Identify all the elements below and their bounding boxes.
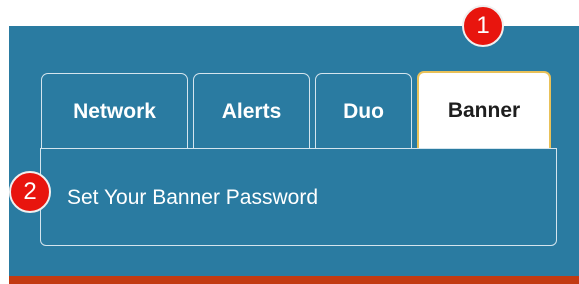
tab-banner[interactable]: Banner xyxy=(417,71,551,149)
set-banner-password-link[interactable]: Set Your Banner Password xyxy=(67,183,318,213)
footer-strip xyxy=(9,276,579,284)
tab-duo-label: Duo xyxy=(343,99,384,123)
tab-network[interactable]: Network xyxy=(41,73,188,149)
tab-duo[interactable]: Duo xyxy=(315,73,412,149)
tab-alerts[interactable]: Alerts xyxy=(193,73,310,149)
tab-banner-label: Banner xyxy=(447,99,521,122)
page: Network Alerts Duo Banner Set Your Banne… xyxy=(0,0,579,284)
callout-badge-2: 2 xyxy=(9,171,51,213)
tab-network-label: Network xyxy=(73,99,156,123)
callout-badge-1: 1 xyxy=(462,5,504,47)
tab-alerts-label: Alerts xyxy=(221,99,282,123)
